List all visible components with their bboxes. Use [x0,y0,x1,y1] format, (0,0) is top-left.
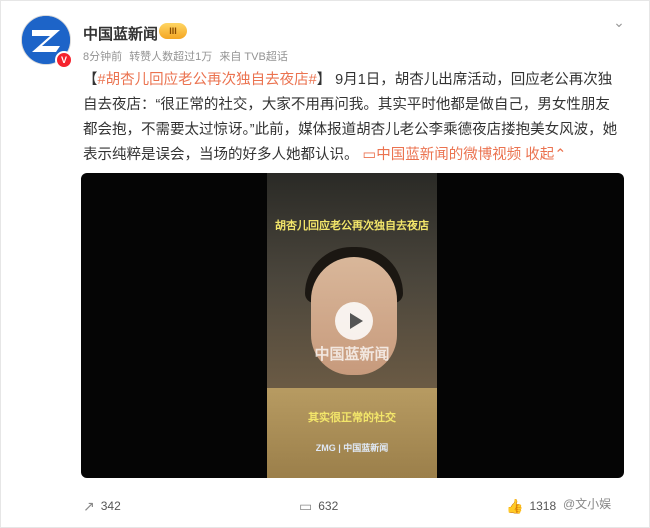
verified-badge: V [55,51,73,69]
video-subtitle: 其实很正常的社交 [308,412,396,424]
hashtag-link[interactable]: #胡杏儿回应老公再次独自去夜店# [98,72,317,88]
repost-button[interactable]: ↗ 342 [83,497,121,515]
collapse-link[interactable]: 收起 [525,147,554,163]
more-options-button[interactable]: ⌄ [609,13,629,33]
like-button[interactable]: 👍 1318 [506,497,556,515]
post-source[interactable]: 来自 TVB超话 [219,51,287,63]
footer-watermark: @文小娱 [563,497,612,511]
chevron-up-icon: ⌃ [554,147,567,163]
video-watermark: 中国蓝新闻 [314,346,390,363]
weibo-post-card: V 中国蓝新闻 III 8分钟前 转赞人数超过1万 来自 TVB超话 ⌄ 【#胡… [0,0,650,528]
thumbs-up-icon: 👍 [506,497,524,514]
bracket-open: 【 [83,72,98,88]
dress-shape [267,388,437,478]
like-count: 1318 [529,499,557,513]
bracket-close: 】 [316,72,332,88]
repost-icon: ↗ [83,497,95,514]
video-player[interactable]: 胡杏儿回应老公再次独自去夜店 中国蓝新闻 其实很正常的社交 ZMG | 中国蓝新… [81,173,624,478]
post-meta: 8分钟前 转赞人数超过1万 来自 TVB超话 [83,48,292,64]
post-text: 【#胡杏儿回应老公再次独自去夜店#】 9月1日，胡杏儿出席活动，回应老公再次独自… [83,68,623,168]
repost-count: 342 [100,499,121,513]
chevron-down-icon: ⌄ [613,14,625,30]
comment-button[interactable]: ▭ 632 [299,497,338,515]
play-button[interactable] [335,302,373,340]
video-link-icon: ▭ [362,147,377,163]
vip-badge[interactable]: III [159,23,187,39]
comment-icon: ▭ [299,497,313,514]
reposts-info: 转赞人数超过1万 [129,51,213,63]
video-logos: ZMG | 中国蓝新闻 [315,443,389,453]
comment-count: 632 [318,499,339,513]
video-link[interactable]: 中国蓝新闻的微博视频 [376,147,521,163]
video-caption-top: 胡杏儿回应老公再次独自去夜店 [275,220,429,232]
username[interactable]: 中国蓝新闻 [83,23,158,44]
post-time[interactable]: 8分钟前 [83,51,122,63]
